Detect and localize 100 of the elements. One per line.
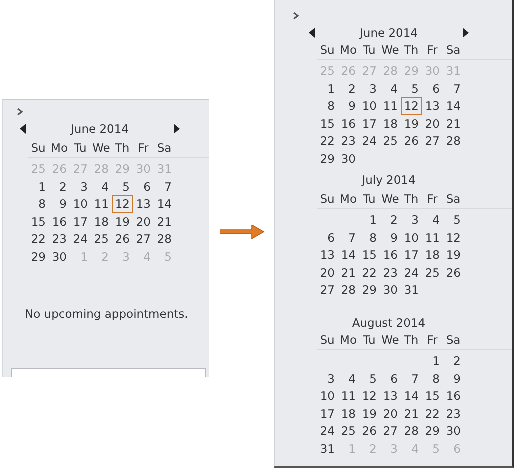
calendar-day[interactable]: 27 [133,230,154,248]
calendar-day[interactable]: 13 [380,387,401,404]
calendar-day[interactable]: 1 [28,178,49,195]
calendar-day[interactable]: 8 [317,97,338,114]
calendar-day[interactable]: 18 [422,246,443,264]
calendar-day[interactable]: 6 [133,178,154,195]
calendar-day[interactable]: 25 [91,230,112,248]
calendar-day[interactable]: 27 [380,422,401,440]
calendar-day[interactable]: 12 [112,195,133,212]
calendar-day[interactable]: 28 [443,132,464,150]
expand-chevron-icon[interactable] [293,12,299,20]
calendar-day[interactable]: 16 [443,387,464,404]
calendar-day[interactable]: 18 [91,212,112,230]
calendar-day[interactable]: 1 [359,211,380,228]
calendar-day[interactable]: 17 [317,404,338,422]
previous-month-icon[interactable] [309,28,315,38]
calendar-day[interactable]: 8 [359,228,380,246]
calendar-day[interactable]: 6 [380,370,401,387]
calendar-day[interactable]: 5 [112,178,133,195]
calendar-day[interactable]: 24 [70,230,91,248]
calendar-day[interactable]: 24 [401,264,422,281]
calendar-day[interactable]: 21 [443,114,464,132]
calendar-day[interactable]: 23 [49,230,70,248]
calendar-day[interactable]: 4 [91,178,112,195]
calendar-day[interactable]: 14 [154,195,175,212]
calendar-day[interactable]: 20 [380,404,401,422]
calendar-day[interactable]: 24 [317,422,338,440]
calendar-day[interactable]: 30 [338,150,359,167]
calendar-day[interactable]: 21 [401,404,422,422]
expand-chevron-icon[interactable] [17,108,23,116]
calendar-day[interactable]: 20 [133,212,154,230]
calendar-day[interactable]: 27 [422,132,443,150]
calendar-day[interactable]: 28 [154,230,175,248]
calendar-day[interactable]: 19 [443,246,464,264]
calendar-day[interactable]: 1 [422,352,443,370]
calendar-day[interactable]: 17 [359,114,380,132]
calendar-day[interactable]: 2 [380,211,401,228]
calendar-day[interactable]: 22 [317,132,338,150]
calendar-day[interactable]: 23 [338,132,359,150]
previous-month-icon[interactable] [20,124,26,134]
calendar-day[interactable]: 15 [317,114,338,132]
calendar-day[interactable]: 22 [359,264,380,281]
calendar-day[interactable]: 16 [338,114,359,132]
calendar-day[interactable]: 13 [422,97,443,114]
calendar-day[interactable]: 7 [443,80,464,97]
calendar-day[interactable]: 6 [317,228,338,246]
calendar-day[interactable]: 4 [338,370,359,387]
calendar-day[interactable]: 10 [359,97,380,114]
calendar-day[interactable]: 9 [338,97,359,114]
calendar-day[interactable]: 18 [380,114,401,132]
calendar-day[interactable]: 24 [359,132,380,150]
calendar-day[interactable]: 7 [154,178,175,195]
calendar-day[interactable]: 5 [443,211,464,228]
calendar-day[interactable]: 15 [422,387,443,404]
next-month-icon[interactable] [174,124,180,134]
calendar-day[interactable]: 29 [422,422,443,440]
calendar-day[interactable]: 3 [317,370,338,387]
calendar-day[interactable]: 16 [49,212,70,230]
calendar-day[interactable]: 26 [401,132,422,150]
calendar-day[interactable]: 4 [422,211,443,228]
calendar-day[interactable]: 14 [338,246,359,264]
calendar-day[interactable]: 17 [70,212,91,230]
calendar-day[interactable]: 25 [338,422,359,440]
calendar-day[interactable]: 12 [359,387,380,404]
calendar-day[interactable]: 20 [422,114,443,132]
calendar-day[interactable]: 3 [70,178,91,195]
calendar-day[interactable]: 13 [133,195,154,212]
calendar-day[interactable]: 10 [70,195,91,212]
calendar-day[interactable]: 25 [422,264,443,281]
next-month-icon[interactable] [463,28,469,38]
calendar-day[interactable]: 26 [359,422,380,440]
calendar-day[interactable]: 21 [154,212,175,230]
calendar-day[interactable]: 22 [28,230,49,248]
calendar-day[interactable]: 30 [49,248,70,265]
calendar-day[interactable]: 2 [443,352,464,370]
calendar-day[interactable]: 2 [338,80,359,97]
calendar-day[interactable]: 8 [422,370,443,387]
calendar-day[interactable]: 29 [317,150,338,167]
calendar-day[interactable]: 1 [317,80,338,97]
calendar-day[interactable]: 9 [443,370,464,387]
calendar-day[interactable]: 19 [359,404,380,422]
calendar-day[interactable]: 14 [401,387,422,404]
calendar-day[interactable]: 26 [112,230,133,248]
calendar-day[interactable]: 19 [401,114,422,132]
calendar-day[interactable]: 11 [422,228,443,246]
calendar-day[interactable]: 17 [401,246,422,264]
calendar-day[interactable]: 29 [28,248,49,265]
calendar-day[interactable]: 15 [28,212,49,230]
calendar-day[interactable]: 29 [359,281,380,298]
calendar-day[interactable]: 31 [317,440,338,457]
calendar-day[interactable]: 14 [443,97,464,114]
calendar-day[interactable]: 11 [380,97,401,114]
calendar-day[interactable]: 11 [338,387,359,404]
calendar-day[interactable]: 30 [443,422,464,440]
calendar-day[interactable]: 12 [443,228,464,246]
calendar-day[interactable]: 15 [359,246,380,264]
calendar-day[interactable]: 18 [338,404,359,422]
calendar-day[interactable]: 27 [317,281,338,298]
calendar-day[interactable]: 23 [380,264,401,281]
calendar-day[interactable]: 23 [443,404,464,422]
